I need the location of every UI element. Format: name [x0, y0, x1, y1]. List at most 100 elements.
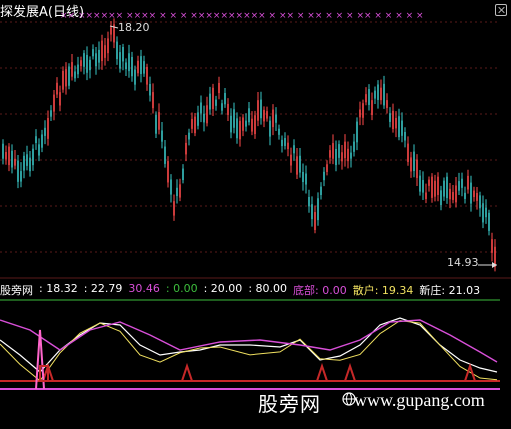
candle-body [458, 181, 460, 191]
candle-body [17, 160, 19, 182]
close-icon[interactable] [495, 4, 507, 16]
candle-body [371, 100, 373, 115]
candle-body [479, 195, 481, 209]
candle-body [5, 152, 7, 160]
candle-body [227, 103, 229, 115]
candle-body [137, 60, 139, 74]
candle-body [353, 141, 355, 152]
candle-body [29, 157, 31, 172]
candle-body [269, 120, 271, 137]
candle-body [368, 89, 370, 105]
candle-body [383, 83, 385, 106]
candle-body [230, 115, 232, 133]
candle-body [23, 155, 25, 171]
candle-body [98, 49, 100, 63]
candle-body [437, 176, 439, 195]
candle-body [164, 146, 166, 164]
candle-body [434, 180, 436, 197]
candle-body [455, 185, 457, 203]
candle-body [212, 87, 214, 109]
candle-body [281, 139, 283, 147]
candle-body [449, 188, 451, 200]
bottom-signal-spike [316, 362, 328, 382]
candle-body [248, 108, 250, 123]
candle-body [236, 118, 238, 139]
candle-body [332, 143, 334, 159]
candle-body [56, 82, 58, 95]
indicator-value-2: : 22.79 [83, 282, 123, 295]
candle-body [251, 118, 253, 132]
candle-body [47, 118, 49, 139]
candle-body [185, 142, 187, 155]
candle-body [191, 118, 193, 129]
candle-body [419, 175, 421, 192]
candle-body [440, 190, 442, 206]
candle-body [203, 113, 205, 123]
candle-body [365, 94, 367, 103]
candle-body [491, 239, 493, 253]
candle-body [209, 93, 211, 110]
candle-body [395, 117, 397, 129]
candle-body [260, 99, 262, 119]
candle-body [194, 116, 196, 134]
bottom-signal-spike [181, 362, 193, 382]
candle-body [350, 152, 352, 159]
candle-body [50, 110, 52, 117]
watermark-url: www.gupang.com [354, 390, 485, 410]
candle-body [104, 45, 106, 58]
candle-body [425, 192, 427, 200]
candle-body [392, 110, 394, 130]
indicator-legend: 股旁网 : 18.32 : 22.79 30.46 : 0.00 : 20.00… [0, 282, 486, 298]
candle-body [398, 116, 400, 138]
indicator-value-3: 30.46 [128, 282, 160, 295]
high-price-label: 18.20 [118, 21, 150, 34]
candle-body [254, 115, 256, 135]
candle-body [290, 154, 292, 166]
candle-body [8, 146, 10, 166]
candle-body [329, 150, 331, 158]
period-label: (日线) [47, 4, 85, 20]
candle-body [278, 128, 280, 135]
candle-body [272, 109, 274, 128]
candle-body [89, 59, 91, 71]
candle-body [188, 132, 190, 140]
candle-body [374, 90, 376, 99]
candle-body [92, 49, 94, 57]
bottom-signal-spike [344, 362, 356, 382]
candle-body [305, 173, 307, 185]
low-price-label: 14.93 [447, 256, 479, 269]
candle-body [35, 136, 37, 144]
candle-body [482, 203, 484, 223]
candle-body [377, 84, 379, 100]
candle-body [143, 61, 145, 74]
candle-body [467, 175, 469, 190]
candle-body [302, 171, 304, 182]
candle-body [140, 56, 142, 75]
retail-value: 散户: 19.34 [352, 284, 414, 297]
candle-body [308, 197, 310, 207]
candle-body [218, 82, 220, 94]
candle-body [173, 201, 175, 216]
indicator-value-5: : 20.00 [203, 282, 243, 295]
candle-body [32, 148, 34, 166]
candle-body [263, 109, 265, 122]
candle-body [242, 117, 244, 131]
candle-body [80, 60, 82, 67]
candle-body [62, 70, 64, 90]
indicator-name: 股旁网 [0, 284, 33, 297]
indicator-value-6: : 80.00 [248, 282, 288, 295]
candle-body [182, 168, 184, 181]
candle-body [320, 186, 322, 195]
candle-body [167, 161, 169, 183]
candle-body [239, 120, 241, 140]
candle-body [488, 212, 490, 231]
candle-body [158, 112, 160, 130]
candle-body [215, 99, 217, 106]
candle-body [233, 109, 235, 128]
candle-body [149, 84, 151, 96]
candle-body [86, 54, 88, 73]
candle-body [131, 56, 133, 77]
candle-body [284, 138, 286, 146]
candle-body [311, 204, 313, 220]
candle-body [362, 103, 364, 118]
